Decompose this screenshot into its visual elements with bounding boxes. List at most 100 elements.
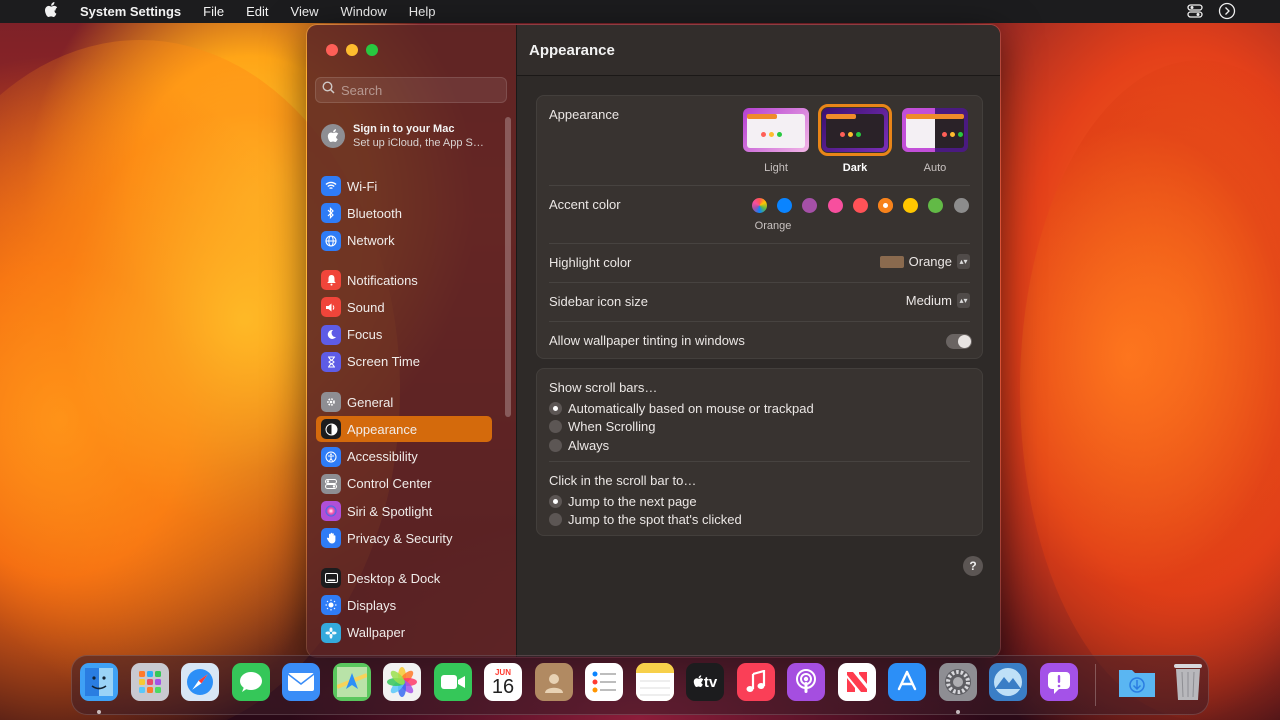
- sidebar-item-label: Appearance: [347, 421, 418, 437]
- zoom-button[interactable]: [366, 44, 378, 56]
- dock-tv-icon[interactable]: tv: [686, 663, 724, 701]
- dock-facetime-icon[interactable]: [433, 663, 472, 701]
- menu-file[interactable]: File: [203, 4, 224, 19]
- highlight-color-popup[interactable]: Orange ▴▾: [879, 254, 970, 269]
- sidebar-item-label: Focus: [347, 327, 383, 343]
- close-button[interactable]: [326, 44, 338, 56]
- theme-auto-option[interactable]: Auto: [902, 108, 968, 174]
- accent-swatch[interactable]: [827, 198, 843, 213]
- dock-mountain-app-icon[interactable]: [989, 663, 1027, 701]
- sign-in-row[interactable]: Sign in to your Mac Set up iCloud, the A…: [321, 123, 484, 149]
- sidebar-item-wallpaper[interactable]: Wallpaper: [316, 620, 492, 646]
- sidebar-item-desktop-dock[interactable]: Desktop & Dock: [316, 565, 492, 591]
- menu-app-name[interactable]: System Settings: [80, 4, 181, 19]
- dock-launchpad-icon[interactable]: [130, 663, 169, 701]
- dock-photos-icon[interactable]: [383, 663, 421, 701]
- menu-help[interactable]: Help: [409, 4, 436, 19]
- dock-divider: [1095, 664, 1096, 706]
- wifi-icon: [321, 176, 341, 196]
- theme-dark-label: Dark: [842, 162, 868, 174]
- dock-trash-icon[interactable]: [1169, 663, 1207, 701]
- radio-button[interactable]: [549, 494, 562, 508]
- accent-swatch[interactable]: [752, 198, 767, 213]
- theme-dark-option[interactable]: Dark: [818, 104, 892, 174]
- sidebar-scrollbar[interactable]: [505, 117, 511, 417]
- search-input[interactable]: [341, 82, 501, 98]
- sidebar-group-notifications: Notifications Sound Focus Screen Time: [316, 267, 492, 376]
- radio-label: Jump to the spot that's clicked: [568, 512, 742, 528]
- accent-swatch[interactable]: [852, 198, 868, 213]
- radio-option[interactable]: Jump to the next page: [549, 492, 970, 511]
- dock-contacts-icon[interactable]: [534, 663, 573, 701]
- sidebar-item-accessibility[interactable]: Accessibility: [316, 444, 492, 470]
- dock-music-icon[interactable]: [736, 663, 775, 701]
- sidebar-item-appearance[interactable]: Appearance: [316, 416, 492, 443]
- hand-icon: [321, 528, 341, 549]
- separator: [549, 185, 970, 186]
- theme-light-label: Light: [764, 162, 788, 174]
- dock-feedback-icon[interactable]: [1039, 663, 1078, 701]
- speaker-icon: [321, 297, 341, 318]
- radio-option[interactable]: Automatically based on mouse or trackpad: [549, 399, 970, 418]
- sidebar-item-siri-spotlight[interactable]: Siri & Spotlight: [316, 498, 492, 524]
- sidebar-item-focus[interactable]: Focus: [316, 322, 492, 348]
- dock-running-indicator: [97, 710, 101, 714]
- apple-account-icon: [321, 124, 345, 148]
- radio-button[interactable]: [549, 401, 562, 415]
- control-center-toggle-icon[interactable]: [1186, 2, 1204, 20]
- sidebar-item-sound[interactable]: Sound: [316, 294, 492, 320]
- radio-button[interactable]: [549, 438, 562, 452]
- sidebar-icon-size-popup[interactable]: Medium ▴▾: [906, 293, 970, 308]
- sidebar-item-label: Screen Time: [347, 354, 420, 370]
- wallpaper-tinting-toggle[interactable]: [946, 334, 972, 349]
- radio-option[interactable]: When Scrolling: [549, 418, 970, 437]
- dock-reminders-icon[interactable]: [585, 663, 623, 701]
- sidebar-item-wi-fi[interactable]: Wi-Fi: [316, 173, 492, 199]
- show-scroll-bars-label: Show scroll bars…: [549, 380, 658, 395]
- sidebar-item-notifications[interactable]: Notifications: [316, 267, 492, 293]
- dock-downloads-icon[interactable]: [1118, 663, 1156, 701]
- sidebar-item-general[interactable]: General: [316, 389, 492, 415]
- accent-swatch[interactable]: [878, 198, 893, 213]
- sidebar-item-displays[interactable]: Displays: [316, 592, 492, 618]
- dock-app-store-icon[interactable]: [888, 663, 926, 701]
- radio-option[interactable]: Always: [549, 436, 970, 455]
- menu-bar: System Settings File Edit View Window He…: [0, 0, 1280, 23]
- apple-menu-icon[interactable]: [44, 2, 66, 21]
- content-pane: Appearance Appearance Light Dark Auto Ac…: [516, 25, 1000, 657]
- sign-in-title: Sign in to your Mac: [353, 123, 455, 135]
- dock-safari-icon[interactable]: [181, 663, 219, 701]
- dock-mail-icon[interactable]: [282, 663, 320, 701]
- siri-menu-icon[interactable]: [1218, 2, 1236, 20]
- search-field[interactable]: [315, 77, 507, 103]
- dock-finder-icon[interactable]: [80, 663, 118, 701]
- menu-view[interactable]: View: [291, 4, 319, 19]
- radio-option[interactable]: Jump to the spot that's clicked: [549, 511, 970, 530]
- radio-label: When Scrolling: [568, 419, 656, 435]
- dock-maps-icon[interactable]: [332, 663, 371, 701]
- sidebar-group-network: Wi-Fi Bluetooth Network: [316, 173, 492, 255]
- sidebar-item-bluetooth[interactable]: Bluetooth: [316, 200, 492, 226]
- menu-edit[interactable]: Edit: [246, 4, 268, 19]
- accessibility-icon: [321, 446, 341, 467]
- dock-podcasts-icon[interactable]: [787, 663, 825, 701]
- sidebar-item-control-center[interactable]: Control Center: [316, 471, 492, 497]
- dock-news-icon[interactable]: [837, 663, 876, 701]
- theme-light-thumbnail: [743, 108, 809, 152]
- page-title: Appearance: [529, 41, 615, 59]
- dock-system-settings-icon[interactable]: [938, 663, 977, 701]
- sidebar-item-screen-time[interactable]: Screen Time: [316, 349, 492, 375]
- minimize-button[interactable]: [346, 44, 358, 56]
- sidebar-item-network[interactable]: Network: [316, 228, 492, 254]
- dock-notes-icon[interactable]: [635, 663, 674, 701]
- sidebar-item-privacy-security[interactable]: Privacy & Security: [316, 525, 492, 551]
- theme-light-option[interactable]: Light: [743, 108, 809, 174]
- radio-button[interactable]: [549, 420, 562, 434]
- highlight-swatch: [879, 255, 904, 268]
- accent-swatch[interactable]: [953, 198, 969, 213]
- menu-window[interactable]: Window: [340, 4, 386, 19]
- help-button[interactable]: ?: [963, 556, 983, 576]
- radio-button[interactable]: [549, 513, 562, 527]
- dock-messages-icon[interactable]: [231, 663, 270, 701]
- dock-calendar-icon[interactable]: JUN 16: [484, 663, 522, 701]
